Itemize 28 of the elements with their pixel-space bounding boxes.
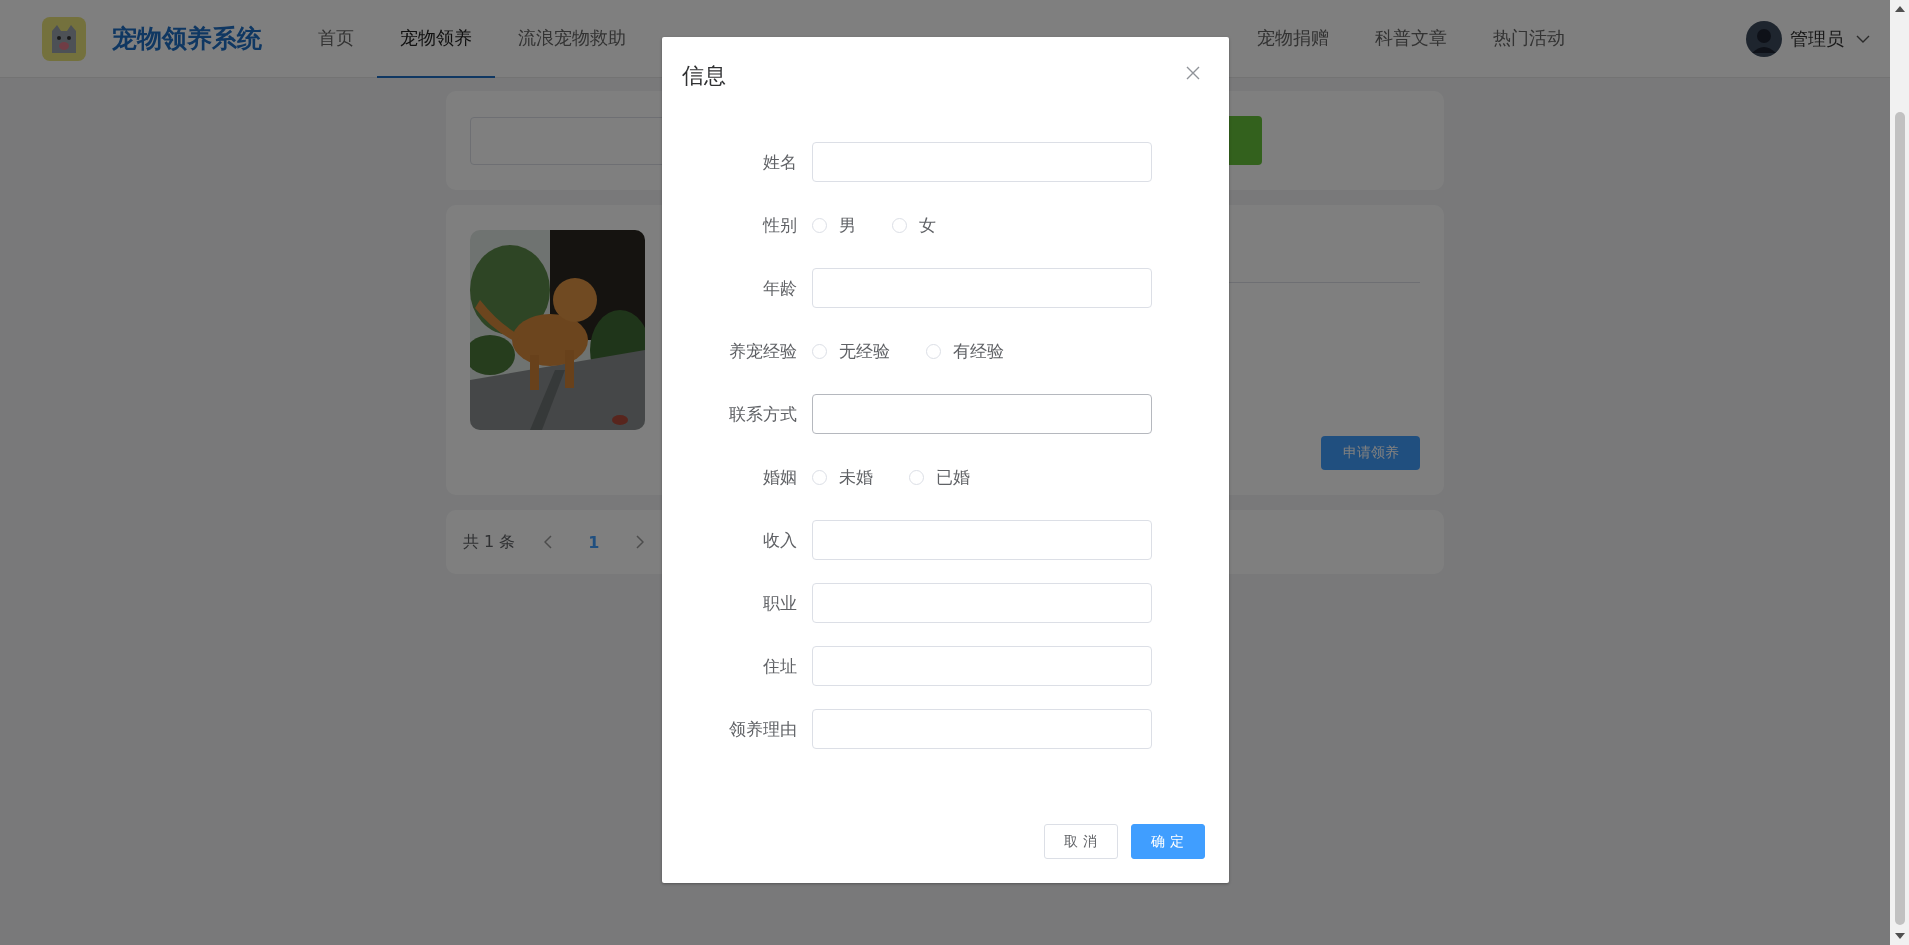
field-label: 养宠经验: [727, 339, 797, 363]
radio-option[interactable]: 有经验: [925, 339, 1004, 363]
field-label: 婚姻: [761, 465, 797, 489]
field-label: 住址: [761, 654, 797, 678]
user-name[interactable]: 管理员: [1790, 26, 1844, 51]
total-count: 共 1 条: [463, 531, 516, 553]
radio-label[interactable]: 未婚: [838, 465, 873, 489]
radio-option[interactable]: 已婚: [908, 465, 970, 489]
radio-label[interactable]: 有经验: [952, 339, 1004, 363]
field-label: 年龄: [761, 276, 797, 300]
radio-label[interactable]: 无经验: [838, 339, 890, 363]
radio-label[interactable]: 已婚: [935, 465, 970, 489]
field-label: 领养理由: [727, 717, 797, 741]
radio-option[interactable]: 无经验: [811, 339, 890, 363]
dialog-title: 信息: [681, 63, 726, 88]
radio-option[interactable]: 女: [891, 213, 936, 237]
field-label: 联系方式: [727, 402, 797, 426]
field-label: 性别: [761, 213, 797, 237]
radio-label[interactable]: 男: [838, 213, 856, 237]
field-label: 职业: [761, 591, 797, 615]
cancel-button[interactable]: 取 消: [1043, 824, 1118, 859]
radio-option[interactable]: 男: [811, 213, 856, 237]
field-label: 姓名: [761, 150, 797, 174]
radio-option[interactable]: 未婚: [811, 465, 873, 489]
field-label: 收入: [761, 528, 797, 552]
nav-tab[interactable]: 宠物领养: [377, 0, 495, 78]
radio-label[interactable]: 女: [918, 213, 936, 237]
app-title: 宠物领养系统: [112, 23, 262, 55]
